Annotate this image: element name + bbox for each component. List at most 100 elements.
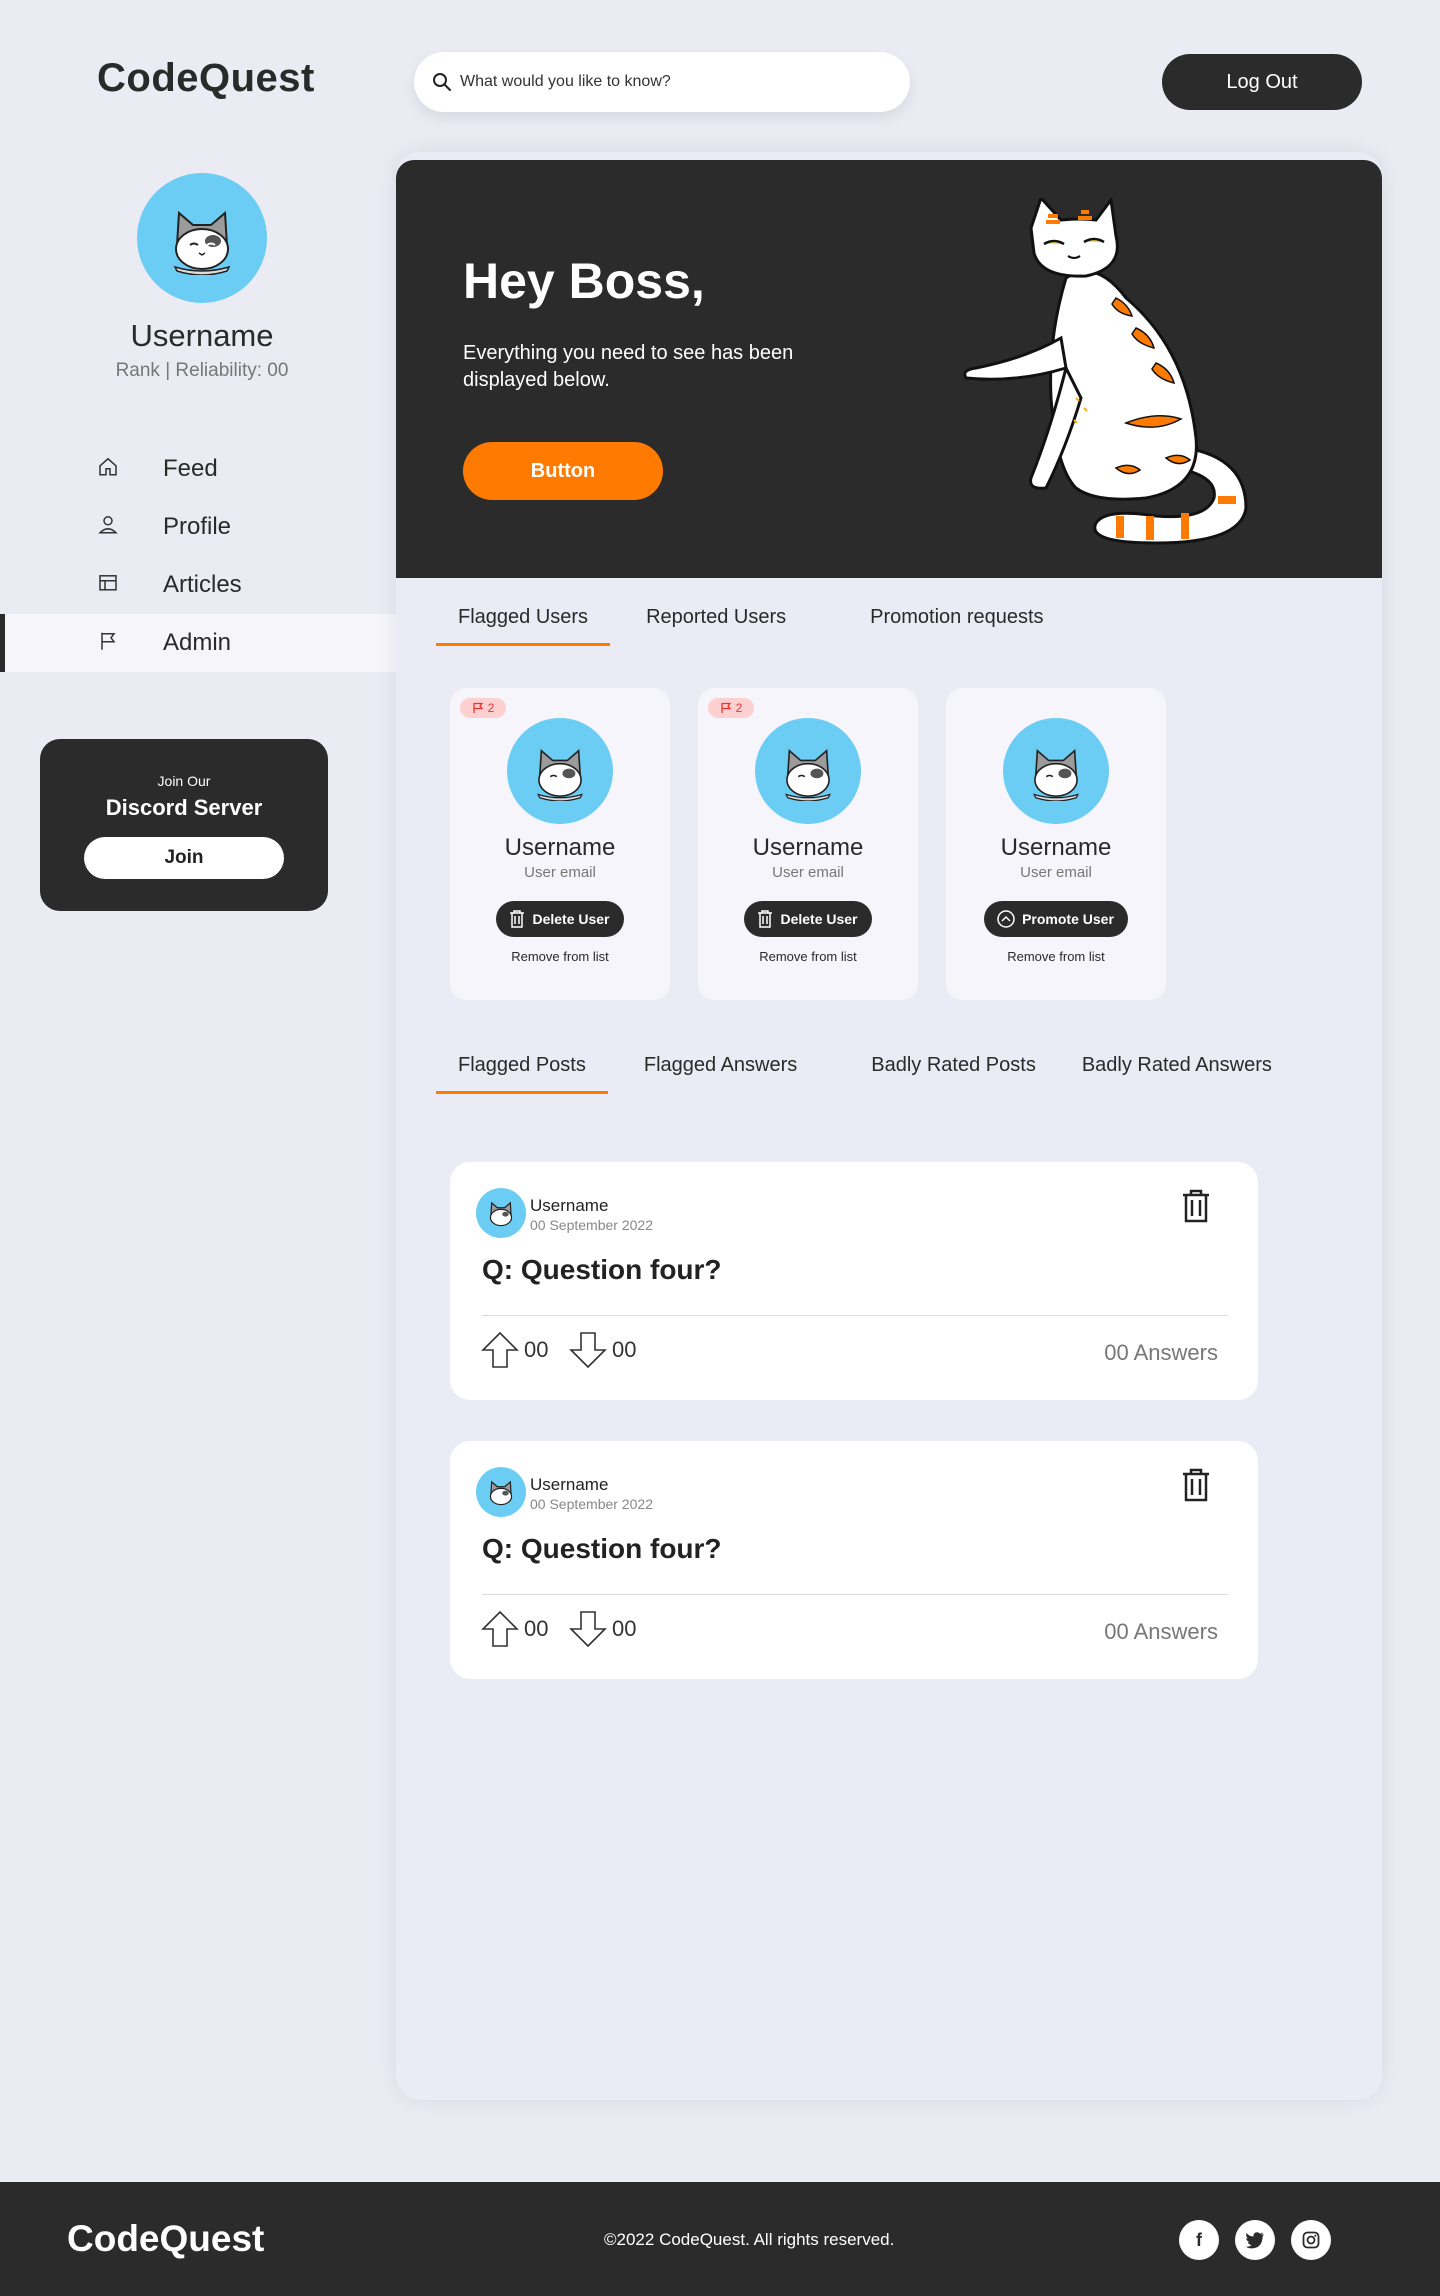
- post-date: 00 September 2022: [530, 1217, 653, 1233]
- post-tabs: Flagged Posts Flagged Answers Badly Rate…: [436, 1054, 1294, 1094]
- discord-title: Discord Server: [105, 795, 263, 820]
- upvote-count: 00: [524, 1616, 549, 1641]
- post-card[interactable]: Username 00 September 2022 Q: Question f…: [450, 1441, 1258, 1679]
- flag-icon: [721, 702, 732, 713]
- sidebar-item-label: Articles: [163, 571, 242, 598]
- downvote-count: 00: [612, 1337, 637, 1362]
- join-discord-button[interactable]: Join: [84, 837, 284, 879]
- avatar[interactable]: [755, 718, 861, 824]
- tab-promotion-requests[interactable]: Promotion requests: [848, 606, 1065, 646]
- user-tabs: Flagged Users Reported Users Promotion r…: [436, 606, 1066, 646]
- card-username: Username: [752, 834, 864, 861]
- remove-from-list-link[interactable]: Remove from list: [946, 949, 1166, 964]
- post-card[interactable]: Username 00 September 2022 Q: Question f…: [450, 1162, 1258, 1400]
- post-username[interactable]: Username: [530, 1475, 608, 1495]
- tab-badly-rated-posts[interactable]: Badly Rated Posts: [849, 1054, 1058, 1094]
- cat-illustration: [963, 198, 1248, 545]
- user-card: Username User email Promote User Remove …: [946, 688, 1166, 1000]
- promote-user-label: Promote User: [1022, 911, 1114, 927]
- trash-icon: [510, 910, 525, 928]
- search-bar[interactable]: [414, 52, 910, 112]
- main-panel: Hey Boss, Everything you need to see has…: [396, 152, 1382, 2100]
- app-logo[interactable]: CodeQuest: [97, 56, 315, 101]
- post-question[interactable]: Q: Question four?: [482, 1533, 722, 1565]
- arrow-up-icon: [481, 1610, 519, 1647]
- card-username: Username: [504, 834, 616, 861]
- instagram-icon[interactable]: [1291, 2220, 1331, 2260]
- avatar[interactable]: [1003, 718, 1109, 824]
- flag-icon: [101, 632, 116, 650]
- user-card: 2 Username User email Delete User Remove…: [698, 688, 918, 1000]
- page: CodeQuest Log Out Username Rank | Reliab…: [0, 0, 1440, 2296]
- tab-reported-users[interactable]: Reported Users: [624, 606, 808, 646]
- post-question[interactable]: Q: Question four?: [482, 1254, 722, 1286]
- flag-icon: [473, 702, 484, 713]
- tab-flagged-posts[interactable]: Flagged Posts: [436, 1054, 608, 1094]
- sidebar-item-label: Admin: [163, 629, 232, 656]
- twitter-icon[interactable]: [1235, 2220, 1275, 2260]
- delete-user-label: Delete User: [532, 911, 610, 927]
- flag-count: 2: [487, 701, 495, 715]
- avatar[interactable]: [476, 1188, 526, 1238]
- sidebar-item-profile[interactable]: Profile: [0, 498, 396, 556]
- card-email: User email: [772, 864, 844, 881]
- trash-icon: [758, 910, 773, 928]
- home-icon: [99, 457, 117, 476]
- logout-button[interactable]: Log Out: [1162, 54, 1362, 110]
- search-input[interactable]: [460, 73, 860, 91]
- avatar[interactable]: [476, 1467, 526, 1517]
- hero-banner: Hey Boss, Everything you need to see has…: [396, 160, 1382, 578]
- delete-user-button[interactable]: Delete User: [744, 901, 872, 937]
- trash-icon[interactable]: [1180, 1188, 1212, 1224]
- upvote-button[interactable]: 00: [480, 1330, 548, 1370]
- chevron-up-icon: [997, 910, 1015, 928]
- profile-rank: Rank | Reliability: 00: [115, 360, 289, 381]
- flag-badge: 2: [460, 698, 506, 718]
- downvote-button[interactable]: 00: [568, 1330, 636, 1370]
- card-username: Username: [1000, 834, 1112, 861]
- social-links: f: [1179, 2220, 1331, 2260]
- downvote-button[interactable]: 00: [568, 1609, 636, 1649]
- sidebar-item-label: Feed: [163, 455, 218, 482]
- tab-flagged-answers[interactable]: Flagged Answers: [622, 1054, 819, 1094]
- arrow-down-icon: [569, 1332, 607, 1369]
- delete-user-button[interactable]: Delete User: [496, 901, 624, 937]
- upvote-count: 00: [524, 1337, 549, 1362]
- trash-icon[interactable]: [1180, 1467, 1212, 1503]
- footer-copyright: ©2022 CodeQuest. All rights reserved.: [604, 2230, 895, 2249]
- card-email: User email: [524, 864, 596, 881]
- cat-avatar-icon: [784, 749, 832, 801]
- card-email: User email: [1020, 864, 1092, 881]
- hero-button[interactable]: Button: [463, 442, 663, 500]
- answers-count[interactable]: 00 Answers: [1104, 1340, 1218, 1366]
- sidebar-item-articles[interactable]: Articles: [0, 556, 396, 614]
- avatar[interactable]: [137, 173, 267, 303]
- answers-count[interactable]: 00 Answers: [1104, 1619, 1218, 1645]
- cat-avatar-icon: [1032, 749, 1080, 801]
- upvote-button[interactable]: 00: [480, 1609, 548, 1649]
- tab-flagged-users[interactable]: Flagged Users: [436, 606, 611, 646]
- articles-icon: [99, 575, 117, 591]
- avatar[interactable]: [507, 718, 613, 824]
- cat-avatar-icon: [489, 1480, 513, 1506]
- facebook-icon[interactable]: f: [1179, 2220, 1219, 2260]
- sidebar-item-feed[interactable]: Feed: [0, 440, 396, 498]
- user-cards: 2 Username User email Delete User Remove…: [450, 688, 1166, 1000]
- flag-count: 2: [735, 701, 743, 715]
- cat-avatar-icon: [489, 1201, 513, 1227]
- user-icon: [98, 516, 118, 534]
- sidebar-item-admin[interactable]: Admin: [0, 614, 396, 672]
- post-username[interactable]: Username: [530, 1196, 608, 1216]
- tab-badly-rated-answers[interactable]: Badly Rated Answers: [1060, 1054, 1294, 1094]
- divider: [482, 1594, 1228, 1595]
- divider: [482, 1315, 1228, 1316]
- arrow-down-icon: [569, 1611, 607, 1648]
- promote-user-button[interactable]: Promote User: [984, 901, 1128, 937]
- footer-logo[interactable]: CodeQuest: [67, 2218, 264, 2260]
- post-date: 00 September 2022: [530, 1496, 653, 1512]
- hero-text: Everything you need to see has been disp…: [463, 342, 794, 391]
- remove-from-list-link[interactable]: Remove from list: [698, 949, 918, 964]
- footer: CodeQuest ©2022 CodeQuest. All rights re…: [0, 2182, 1440, 2296]
- remove-from-list-link[interactable]: Remove from list: [450, 949, 670, 964]
- arrow-up-icon: [481, 1331, 519, 1368]
